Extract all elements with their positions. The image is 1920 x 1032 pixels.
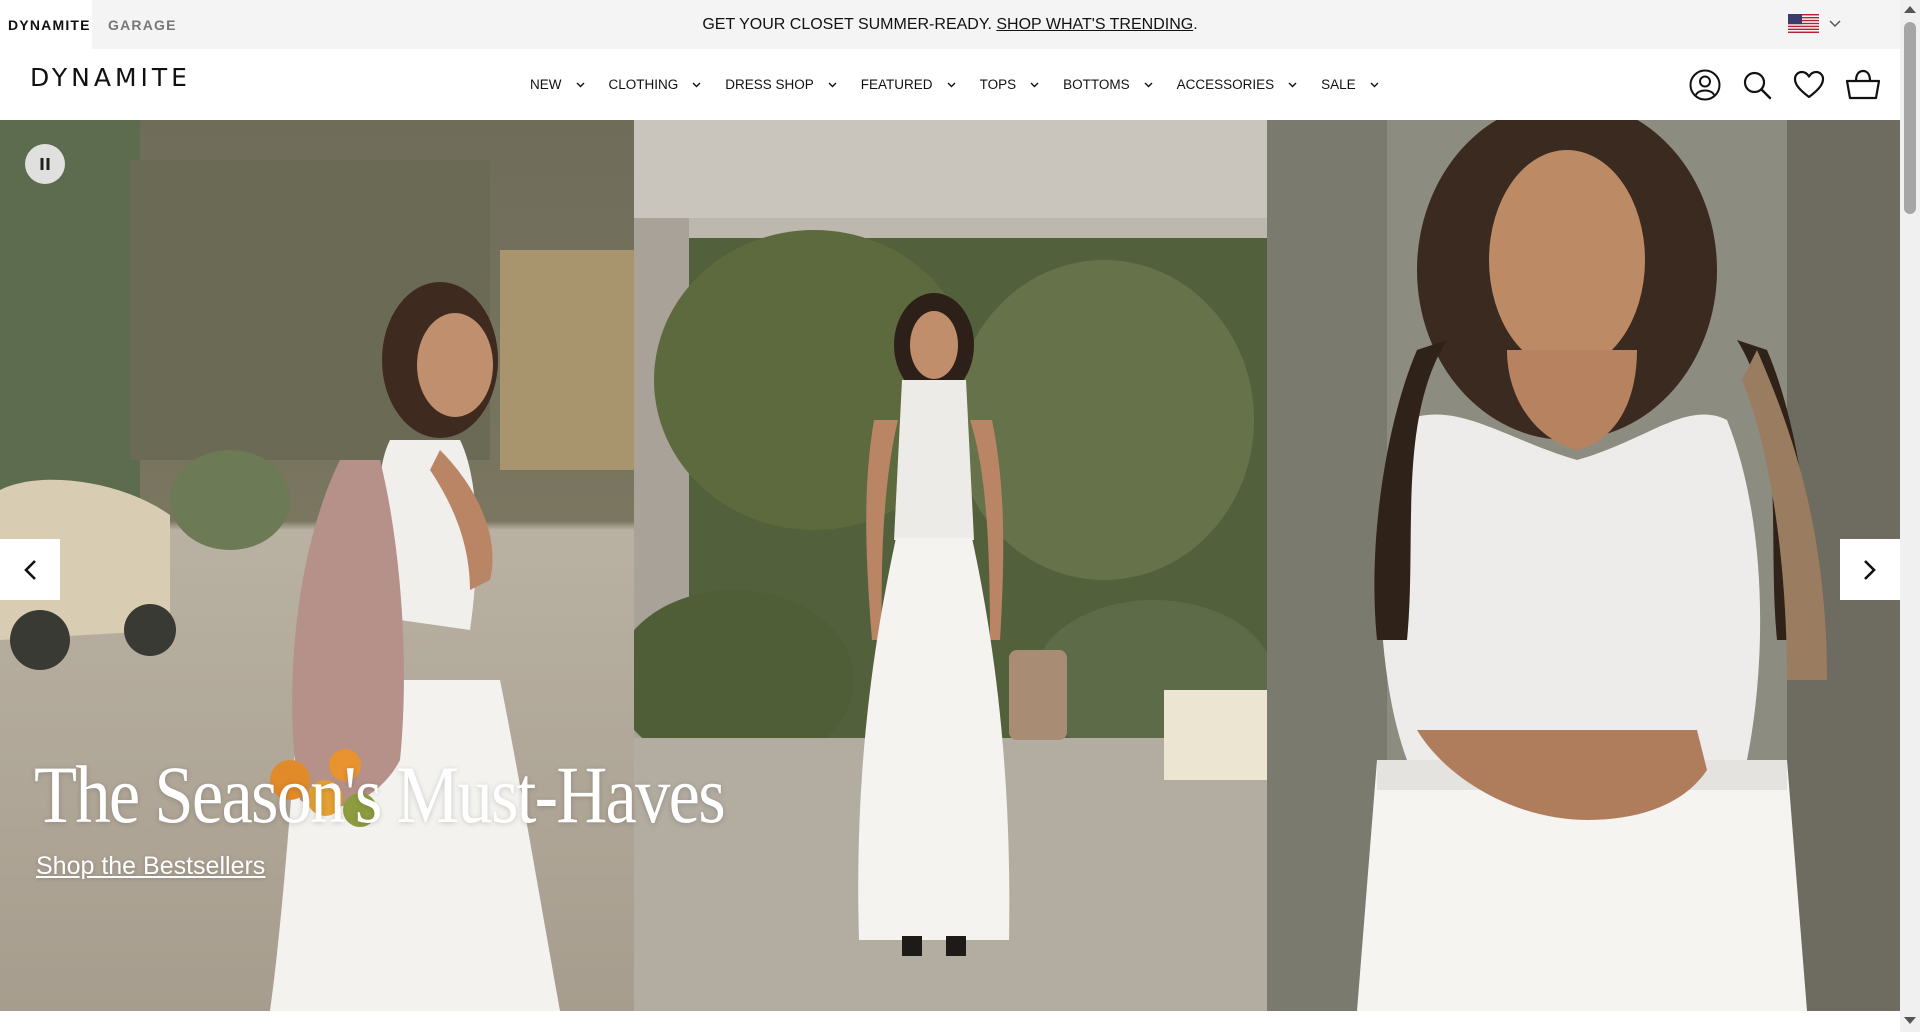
scrollbar-thumb[interactable] [1904, 22, 1916, 214]
nav-label: CLOTHING [608, 77, 679, 92]
promo-suffix: . [1193, 15, 1198, 33]
main-nav: NEW CLOTHING DRESS SHOP FEATURED TOPS BO… [530, 49, 1403, 120]
nav-item-accessories[interactable]: ACCESSORIES [1177, 77, 1298, 92]
pause-button[interactable] [25, 144, 65, 184]
shop-bestsellers-link[interactable]: Shop the Bestsellers [36, 852, 265, 881]
nav-label: BOTTOMS [1063, 77, 1130, 92]
pause-icon [40, 158, 50, 170]
brand-switcher: DYNAMITE GARAGE [0, 0, 184, 49]
chevron-down-icon [1030, 82, 1039, 88]
chevron-down-icon [1288, 82, 1297, 88]
chevron-down-icon [1829, 19, 1841, 27]
chevron-down-icon [947, 82, 956, 88]
us-flag-icon [1788, 14, 1819, 33]
nav-label: NEW [530, 77, 562, 92]
hero-image-right [1267, 120, 1900, 1011]
chevron-right-icon [1864, 559, 1876, 580]
shopping-basket-icon[interactable] [1844, 68, 1882, 102]
page-scrollbar[interactable] [1900, 0, 1920, 1032]
utility-bar: DYNAMITE GARAGE GET YOUR CLOSET SUMMER-R… [0, 0, 1900, 49]
chevron-down-icon [1144, 82, 1153, 88]
promo-banner: GET YOUR CLOSET SUMMER-READY. SHOP WHAT'… [0, 0, 1900, 49]
hero-image-center [634, 120, 1267, 1011]
account-icon[interactable] [1688, 68, 1722, 102]
chevron-down-icon [1370, 82, 1379, 88]
nav-label: SALE [1321, 77, 1356, 92]
nav-item-tops[interactable]: TOPS [980, 77, 1040, 92]
hero-carousel: The Season's Must-Haves Shop the Bestsel… [0, 120, 1900, 1011]
nav-item-dress-shop[interactable]: DRESS SHOP [725, 77, 837, 92]
locale-selector[interactable] [1788, 14, 1841, 33]
chevron-down-icon [576, 82, 585, 88]
nav-item-new[interactable]: NEW [530, 77, 585, 92]
chevron-left-icon [24, 559, 36, 580]
nav-item-featured[interactable]: FEATURED [861, 77, 956, 92]
promo-link[interactable]: SHOP WHAT'S TRENDING [996, 16, 1193, 34]
nav-item-sale[interactable]: SALE [1321, 77, 1379, 92]
dynamite-logo[interactable]: DYNAMITE [30, 63, 191, 92]
nav-label: ACCESSORIES [1176, 77, 1275, 92]
brand-tab-dynamite[interactable]: DYNAMITE [0, 0, 92, 49]
carousel-next-button[interactable] [1840, 539, 1900, 600]
search-icon[interactable] [1740, 68, 1774, 102]
carousel-prev-button[interactable] [0, 539, 60, 600]
chevron-down-icon [828, 82, 837, 88]
promo-text: GET YOUR CLOSET SUMMER-READY. [702, 15, 992, 33]
nav-label: DRESS SHOP [725, 77, 814, 92]
scroll-down-icon[interactable] [1903, 1016, 1917, 1026]
main-header: DYNAMITE NEW CLOTHING DRESS SHOP FEATURE… [0, 49, 1900, 120]
nav-item-clothing[interactable]: CLOTHING [609, 77, 702, 92]
scroll-up-icon[interactable] [1903, 4, 1917, 14]
chevron-down-icon [692, 82, 701, 88]
wishlist-heart-icon[interactable] [1792, 68, 1826, 102]
nav-label: TOPS [979, 77, 1017, 92]
hero-headline: The Season's Must-Haves [34, 749, 726, 840]
brand-tab-garage[interactable]: GARAGE [92, 0, 184, 49]
nav-label: FEATURED [860, 77, 933, 92]
nav-item-bottoms[interactable]: BOTTOMS [1063, 77, 1153, 92]
header-actions [1688, 49, 1882, 120]
